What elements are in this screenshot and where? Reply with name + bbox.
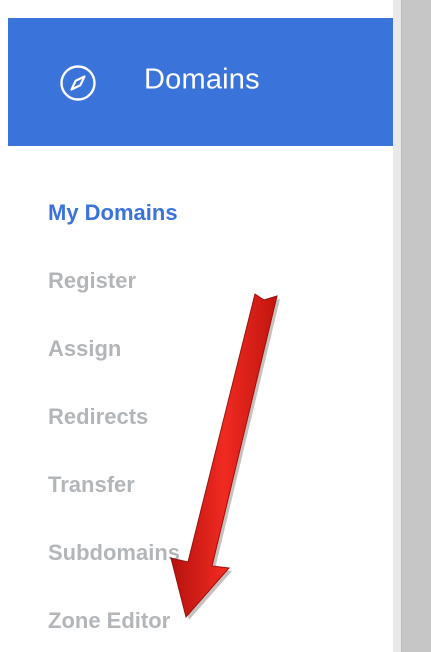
sidebar-nav: My Domains Register Assign Redirects Tra… bbox=[48, 196, 180, 652]
sidebar-item-assign[interactable]: Assign bbox=[48, 332, 180, 400]
sidebar-item-zone-editor[interactable]: Zone Editor bbox=[48, 604, 180, 652]
scrollbar[interactable] bbox=[401, 0, 431, 652]
compass-icon bbox=[60, 65, 96, 101]
content-divider bbox=[393, 0, 401, 652]
sidebar-item-redirects[interactable]: Redirects bbox=[48, 400, 180, 468]
page: Domains My Domains Register Assign Redir… bbox=[0, 0, 431, 652]
sidebar: Domains My Domains Register Assign Redir… bbox=[0, 0, 393, 652]
sidebar-item-transfer[interactable]: Transfer bbox=[48, 468, 180, 536]
sidebar-header-title: Domains bbox=[144, 63, 260, 96]
sidebar-item-subdomains[interactable]: Subdomains bbox=[48, 536, 180, 604]
sidebar-item-register[interactable]: Register bbox=[48, 264, 180, 332]
sidebar-item-my-domains[interactable]: My Domains bbox=[48, 196, 180, 264]
sidebar-header[interactable]: Domains bbox=[8, 18, 393, 146]
